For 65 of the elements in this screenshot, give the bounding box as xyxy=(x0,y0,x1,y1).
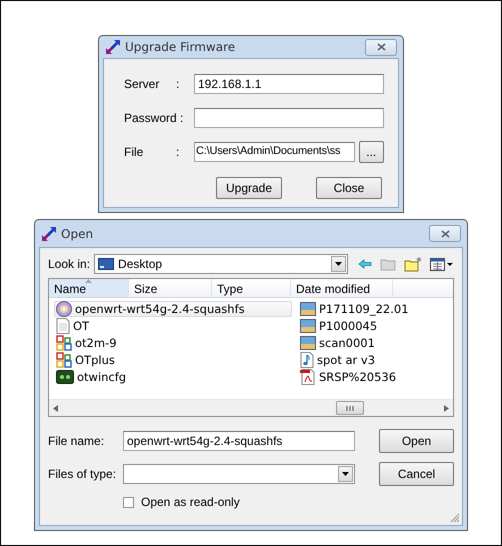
column-header[interactable]: Size xyxy=(129,279,212,297)
look-in-dropdown[interactable]: Desktop xyxy=(94,254,348,274)
colon: : xyxy=(176,77,180,91)
file-item[interactable]: openwrt-wrt54g-2.4-squashfs xyxy=(54,301,292,317)
desktop-icon xyxy=(98,258,114,270)
field-label: Server xyxy=(124,77,160,91)
field-label: Password : xyxy=(124,111,184,125)
close-button[interactable] xyxy=(429,225,461,242)
application-icon xyxy=(56,335,72,351)
horizontal-scrollbar[interactable] xyxy=(49,399,453,416)
read-only-checkbox[interactable] xyxy=(123,496,134,508)
document-icon xyxy=(56,318,70,334)
disc-icon xyxy=(56,301,72,317)
dropdown-arrow-icon xyxy=(335,262,342,266)
dropdown-arrow-icon xyxy=(342,472,349,476)
file-item[interactable]: OTplus xyxy=(54,352,119,368)
field-label: File xyxy=(124,145,144,159)
input-field[interactable]: 192.168.1.1 xyxy=(194,74,384,94)
file-item[interactable]: ot2m-9 xyxy=(54,335,121,351)
column-header[interactable]: Type xyxy=(212,279,291,297)
file-item[interactable]: SRSP%20536 xyxy=(298,369,400,385)
image-icon xyxy=(300,319,316,333)
colon: : xyxy=(176,145,180,159)
close-icon xyxy=(376,43,386,51)
app-icon xyxy=(105,39,121,55)
window-title: Open xyxy=(61,226,94,240)
program-icon xyxy=(56,370,74,384)
file-item[interactable]: scan0001 xyxy=(298,335,379,351)
file-item[interactable]: P1000045 xyxy=(298,318,382,334)
back-arrow-icon[interactable] xyxy=(358,259,372,269)
new-folder-icon[interactable] xyxy=(404,256,422,272)
scroll-left-icon[interactable] xyxy=(53,404,58,412)
close-icon xyxy=(440,230,450,238)
input-field[interactable]: C:\Users\Admin\Documents\ss xyxy=(194,142,355,162)
image-icon xyxy=(300,336,316,350)
window-title: Upgrade Firmware xyxy=(125,40,236,54)
resize-grip-icon[interactable] xyxy=(449,512,460,523)
image-icon xyxy=(300,302,316,316)
input-field[interactable] xyxy=(194,108,384,128)
music-note-icon xyxy=(300,352,314,368)
column-header[interactable]: Name xyxy=(49,279,129,297)
sort-arrow-icon xyxy=(85,279,92,283)
file-item[interactable]: OT xyxy=(54,318,94,334)
file-name-field[interactable]: openwrt-wrt54g-2.4-squashfs xyxy=(123,431,355,451)
column-header[interactable]: Date modified xyxy=(291,279,393,297)
app-icon xyxy=(41,226,57,242)
file-name-label: File name: xyxy=(48,434,106,448)
file-type-dropdown[interactable] xyxy=(123,464,355,484)
scroll-right-icon[interactable] xyxy=(444,404,449,412)
pdf-icon xyxy=(300,369,316,385)
dialog-button[interactable]: Upgrade xyxy=(216,177,282,199)
file-item[interactable]: spot ar v3 xyxy=(298,352,380,368)
grip-icon[interactable] xyxy=(346,406,354,410)
open-button[interactable]: Open xyxy=(379,429,454,453)
read-only-label: Open as read-only xyxy=(141,495,240,509)
browse-button[interactable]: ... xyxy=(358,141,384,163)
cancel-button[interactable]: Cancel xyxy=(379,462,454,486)
file-type-label: Files of type: xyxy=(48,467,118,481)
view-menu-icon[interactable] xyxy=(430,258,454,270)
look-in-label: Look in: xyxy=(48,257,90,271)
dialog-button[interactable]: Close xyxy=(316,177,382,199)
close-button[interactable] xyxy=(365,38,397,56)
file-item[interactable]: otwincfg xyxy=(54,369,130,385)
application-icon xyxy=(56,352,72,368)
file-item[interactable]: P171109_22.01 xyxy=(298,301,413,317)
